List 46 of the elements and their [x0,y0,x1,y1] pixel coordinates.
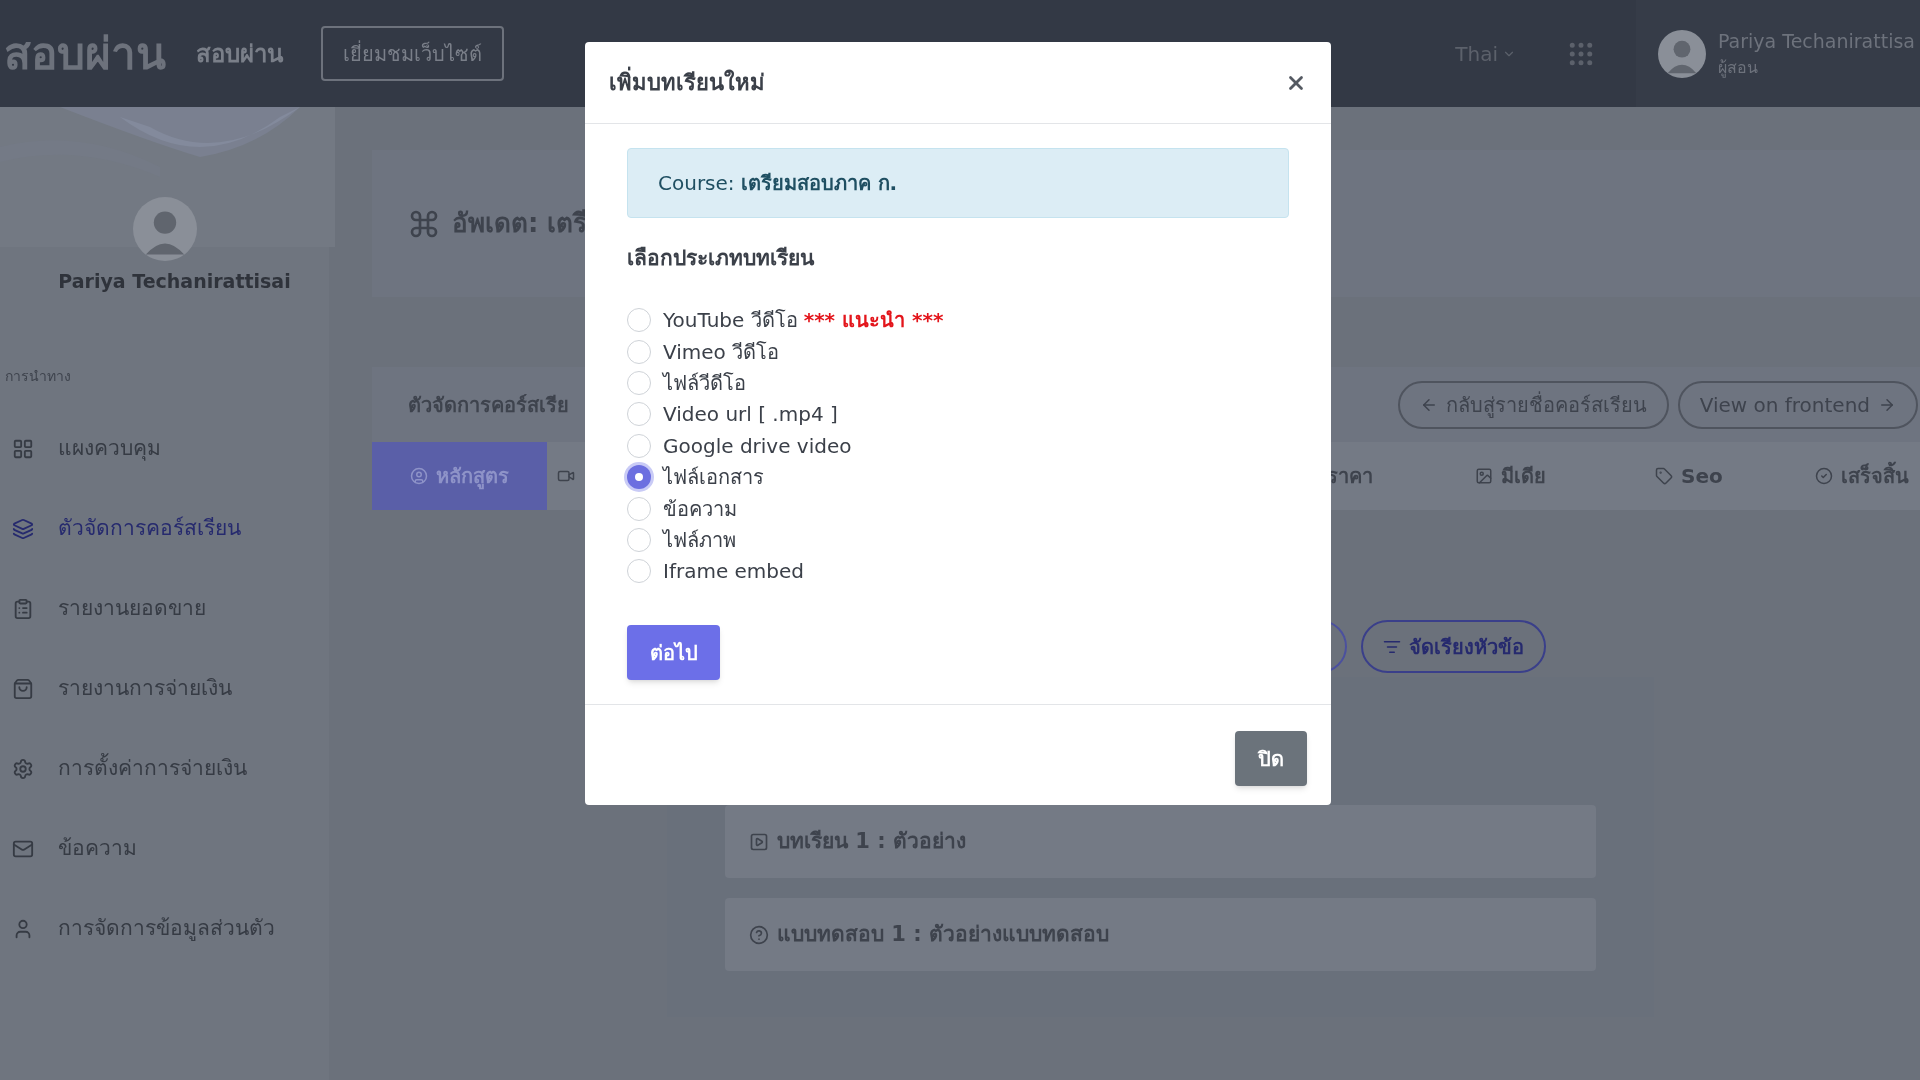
tag-icon [1655,467,1673,485]
tab[interactable]: Seo [1655,442,1755,510]
radio-option[interactable]: YouTube วีดีโอ *** แนะนำ *** [627,304,1289,336]
nav-item[interactable]: ข้อความ [0,828,329,869]
radio-option[interactable]: Iframe embed [627,555,1289,587]
tab[interactable]: มีเดีย [1475,442,1585,510]
lesson-row[interactable]: บทเรียน 1 : ตัวอย่าง [725,805,1596,878]
settings-icon [12,757,34,780]
avatar [1658,29,1706,78]
course-alert: Course: เตรียมสอบภาค ก. [627,148,1289,218]
nav-item[interactable]: แผงควบคุม [0,428,329,469]
grid-icon [12,437,34,460]
question-icon [749,924,769,945]
nav-item[interactable]: การจัดการข้อมูลส่วนตัว [0,908,329,949]
radio-option[interactable]: Vimeo วีดีโอ [627,335,1289,368]
next-button[interactable]: ต่อไป [627,625,720,680]
site-name: สอบผ่าน [196,38,283,70]
profile-name: Pariya Techanirattisai [57,269,292,294]
avatar [132,197,197,261]
media-icon [1475,467,1493,485]
close-button[interactable]: ปิด [1235,731,1307,786]
radio-option[interactable]: Google drive video [627,430,1289,462]
lesson-type-heading: เลือกประเภทบทเรียน [627,245,816,272]
nav-item[interactable]: การตั้งค่าการจ่ายเงิน [0,748,329,789]
nav-item[interactable]: ตัวจัดการคอร์สเรียน [0,508,329,549]
tab[interactable]: ราคา [1327,442,1417,510]
logo: สอบผ่าน [4,26,166,81]
nav-item[interactable]: รายงานยอดขาย [0,588,329,629]
bag-icon [12,677,34,700]
tab[interactable]: เสร็จสิ้น [1815,442,1920,510]
nav-item[interactable]: รายงานการจ่ายเงิน [0,668,329,709]
visit-website-button[interactable]: เยี่ยมชมเว็บไซต์ [321,26,504,81]
clipboard-icon [12,597,34,620]
radio-option[interactable]: Video url [ .mp4 ] [627,398,1289,431]
radio-button[interactable] [627,465,651,490]
radio-option[interactable]: ข้อความ [627,492,1289,525]
stack-icon [12,517,34,540]
dialog-title: เพิ่มบทเรียนใหม่ [609,66,765,99]
check-circle-icon [1815,467,1833,485]
radio-option[interactable]: ไฟล์เอกสาร [627,461,1289,493]
radio-option[interactable]: ไฟล์วีดีโอ [627,367,1289,399]
sort-sections-button[interactable]: จัดเรียงหัวข้อ [1361,620,1546,673]
play-icon [749,831,769,852]
lesson-row[interactable]: แบบทดสอบ 1 : ตัวอย่างแบบทดสอบ [725,898,1596,971]
radio-option[interactable]: ไฟล์ภาพ [627,524,1289,556]
user-icon [410,467,428,485]
